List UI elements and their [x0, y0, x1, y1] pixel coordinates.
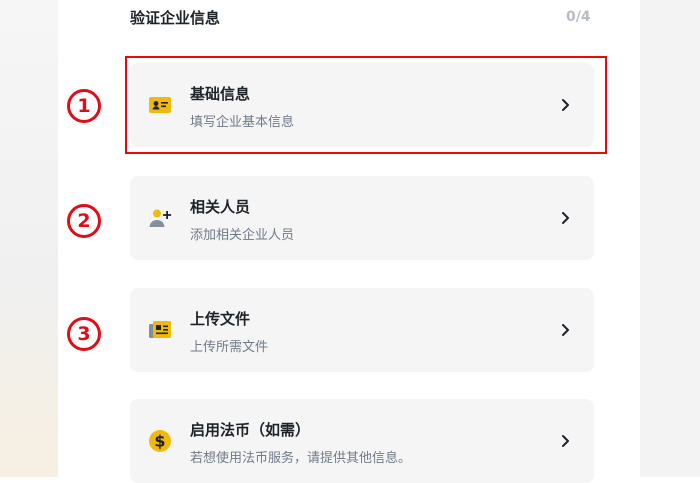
related-persons-card[interactable]: 相关人员 添加相关企业人员: [130, 176, 594, 260]
chevron-right-icon: [562, 435, 569, 447]
step-3-marker: 3: [67, 317, 101, 351]
svg-text:$: $: [154, 432, 165, 451]
chevron-right-icon: [562, 99, 569, 111]
step-2-marker: 2: [67, 204, 101, 238]
card-title: 启用法币（如需）: [190, 421, 311, 439]
card-description: 填写企业基本信息: [190, 115, 295, 130]
document-icon: [149, 321, 171, 338]
id-card-icon: [149, 97, 171, 113]
right-background: [640, 0, 700, 477]
add-person-icon: [149, 209, 172, 227]
card-description: 若想使用法币服务，请提供其他信息。: [190, 451, 412, 466]
dollar-coin-icon: $: [149, 430, 171, 452]
chevron-right-icon: [562, 212, 569, 224]
card-title: 基础信息: [190, 85, 251, 103]
step-1-marker: 1: [67, 89, 101, 123]
card-description: 添加相关企业人员: [190, 228, 295, 243]
chevron-right-icon: [562, 324, 569, 336]
card-title: 相关人员: [190, 198, 251, 216]
card-description: 上传所需文件: [190, 340, 269, 355]
basic-info-card[interactable]: 基础信息 填写企业基本信息: [130, 63, 594, 147]
progress-count: 0/4: [566, 9, 591, 25]
upload-files-card[interactable]: 上传文件 上传所需文件: [130, 288, 594, 372]
left-background: [0, 0, 58, 477]
page-title: 验证企业信息: [130, 9, 221, 27]
fiat-currency-card[interactable]: $ 启用法币（如需） 若想使用法币服务，请提供其他信息。: [130, 399, 594, 483]
card-title: 上传文件: [190, 310, 251, 328]
